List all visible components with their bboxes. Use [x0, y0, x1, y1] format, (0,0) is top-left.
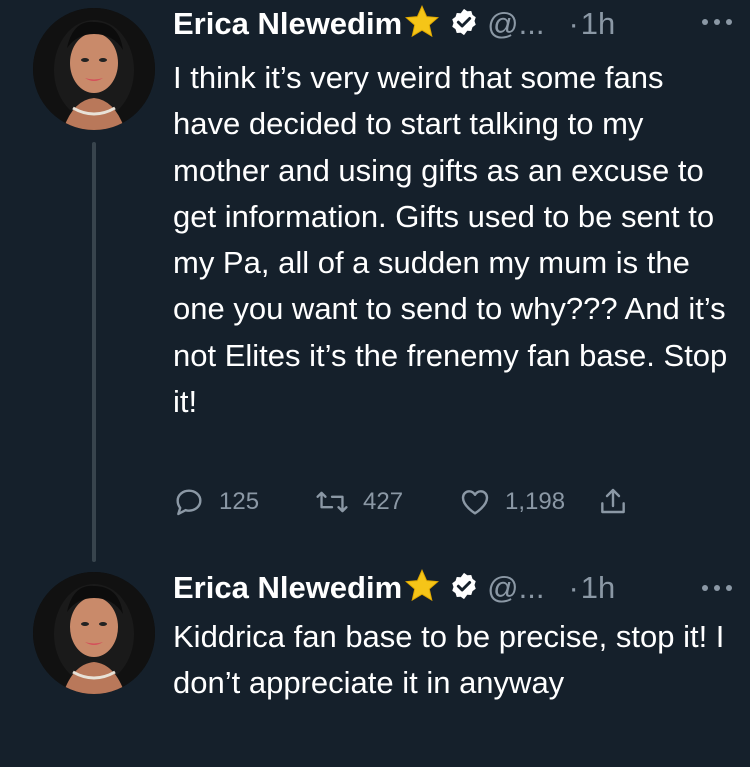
reply-button[interactable]: 125 [173, 480, 259, 524]
timestamp[interactable]: 1h [581, 6, 615, 42]
like-button[interactable]: 1,198 [459, 480, 565, 524]
verified-badge-icon [449, 7, 479, 42]
display-name[interactable]: Erica Nlewedim [173, 570, 402, 606]
handle[interactable]: @... [487, 570, 544, 606]
retweet-button[interactable]: 427 [315, 480, 403, 524]
tweet-header: Erica Nlewedim @... · 1h [173, 568, 733, 608]
handle[interactable]: @... [487, 6, 544, 42]
tweet-header: Erica Nlewedim @... · 1h [173, 4, 733, 44]
star-icon [403, 3, 441, 46]
more-dots-icon[interactable] [699, 578, 735, 603]
separator-dot: · [568, 6, 579, 41]
reply-icon [173, 486, 205, 518]
retweet-count: 427 [363, 488, 404, 515]
avatar[interactable] [33, 572, 155, 694]
timestamp[interactable]: 1h [581, 570, 615, 606]
reply-count: 125 [219, 488, 260, 515]
tweet-text: Kiddrica fan base to be precise, stop it… [173, 619, 725, 701]
more-dots-icon[interactable] [699, 12, 735, 37]
heart-icon [459, 486, 491, 518]
share-button[interactable] [597, 480, 629, 524]
thread-line [92, 142, 96, 562]
tweet-actions: 125 427 1,198 [173, 480, 653, 524]
display-name[interactable]: Erica Nlewedim [173, 6, 402, 42]
share-icon [597, 486, 629, 518]
like-count: 1,198 [505, 488, 566, 515]
verified-badge-icon [449, 571, 479, 606]
avatar[interactable] [33, 8, 155, 130]
separator-dot: · [568, 570, 579, 605]
tweet-text: I think it’s very weird that some fans h… [173, 60, 728, 420]
star-icon [403, 567, 441, 610]
tweet[interactable]: Erica Nlewedim @... · 1h I think it’s ve… [0, 0, 750, 562]
retweet-icon [315, 486, 349, 518]
